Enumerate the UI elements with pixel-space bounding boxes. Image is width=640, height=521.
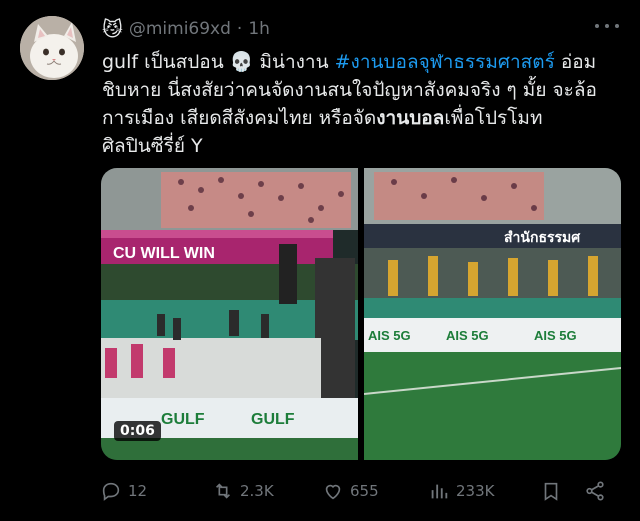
timestamp[interactable]: 1h <box>248 19 270 39</box>
tweet-line-1: gulf เป็นสปอน 💀 มิน่างาน #งานบอลจุฬาธรรม… <box>102 48 622 76</box>
bold-text: งานบอล <box>376 107 445 129</box>
video-duration: 0:06 <box>114 421 161 441</box>
skull-emoji: 💀 <box>229 51 254 73</box>
bookmark-button[interactable] <box>540 478 562 504</box>
like-button[interactable]: 655 <box>322 478 379 504</box>
bookmark-icon <box>544 482 558 501</box>
ad-board-text-3: AIS 5G <box>534 328 577 343</box>
like-count: 655 <box>350 482 379 500</box>
banner-text: CU WILL WIN <box>113 245 215 262</box>
heart-icon <box>325 484 341 500</box>
tweet-line-2: ชิบหาย นี่สงสัยว่าคนจัดงานสนใจปัญหาสังคม… <box>102 79 597 101</box>
share-button[interactable] <box>584 478 606 504</box>
tweet-media[interactable]: CU WILL WIN GULF GULF 0:06 สำนักธรรมศ AI… <box>101 168 621 460</box>
display-name[interactable]: 😼 <box>102 19 123 39</box>
cat-avatar-image <box>20 16 84 80</box>
views-chart-icon <box>431 484 448 499</box>
user-handle[interactable]: @mimi69xd <box>129 19 231 39</box>
repost-count: 2.3K <box>240 482 274 500</box>
views-button[interactable]: 233K <box>428 478 494 504</box>
text-segment: มิน่างาน <box>253 51 335 73</box>
ad-board-text: GULF <box>161 411 205 428</box>
avatar[interactable] <box>20 16 84 80</box>
tweet-text: gulf เป็นสปอน 💀 มิน่างาน #งานบอลจุฬาธรรม… <box>102 48 622 160</box>
hashtag-link[interactable]: #งานบอลจุฬาธรรมศาสตร์ <box>335 51 555 73</box>
reply-icon <box>102 482 120 501</box>
tweet-line-4: ศิลปินซีรี่ย์ Y <box>102 135 203 157</box>
stadium-stage-image: CU WILL WIN GULF GULF <box>101 168 358 460</box>
view-count: 233K <box>456 482 495 500</box>
text-segment: การเมือง เสียดสีสังคมไทย หรือจัด <box>102 107 377 129</box>
share-icon <box>586 481 604 501</box>
text-segment: อ่อม <box>554 51 597 73</box>
repost-button[interactable]: 2.3K <box>212 478 274 504</box>
tweet-header: 😼 @mimi69xd · 1h <box>102 16 270 42</box>
more-options-icon[interactable] <box>595 16 619 36</box>
stage-sign-text: สำนักธรรมศ <box>504 229 581 245</box>
video-thumbnail[interactable]: CU WILL WIN GULF GULF 0:06 <box>101 168 358 460</box>
stadium-dancers-image: สำนักธรรมศ AIS 5G AIS 5G AIS 5G <box>364 168 621 460</box>
text-segment: เพื่อโปรโมท <box>444 107 543 129</box>
ad-board-text-2: AIS 5G <box>446 328 489 343</box>
reply-count: 12 <box>128 482 148 500</box>
ad-board-text: AIS 5G <box>368 328 411 343</box>
tweet-line-3: การเมือง เสียดสีสังคมไทย หรือจัดงานบอลเพ… <box>102 104 622 132</box>
ad-board-text-2: GULF <box>251 411 295 428</box>
action-bar: 12 2.3K 655 233K <box>100 478 620 504</box>
text-segment: gulf เป็นสปอน <box>102 51 230 73</box>
separator-dot: · <box>236 19 243 39</box>
repost-icon <box>215 483 231 499</box>
photo[interactable]: สำนักธรรมศ AIS 5G AIS 5G AIS 5G <box>364 168 621 460</box>
reply-button[interactable]: 12 <box>100 478 147 504</box>
